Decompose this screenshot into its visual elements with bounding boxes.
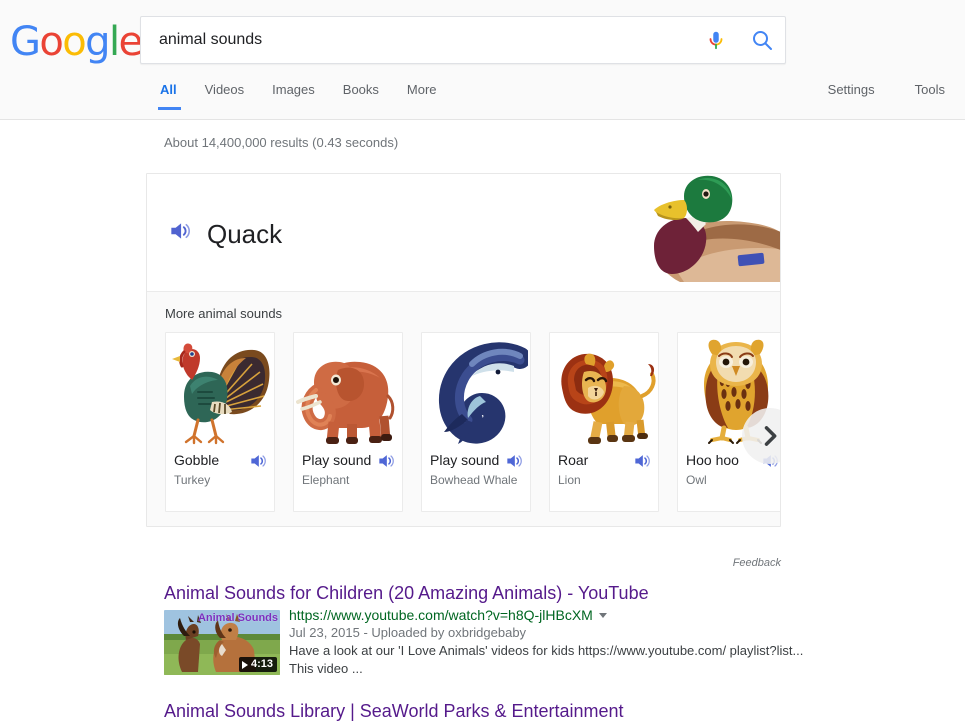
- play-sound-button[interactable]: [504, 451, 524, 476]
- search-result-1: Animal Sounds for Children (20 Amazing A…: [164, 582, 824, 678]
- tab-videos[interactable]: Videos: [191, 82, 259, 110]
- result-title-link[interactable]: Animal Sounds Library | SeaWorld Parks &…: [164, 700, 824, 722]
- play-sound-button[interactable]: [632, 451, 652, 476]
- tools-button[interactable]: Tools: [895, 82, 965, 110]
- thumbnail-overlay-text: Animal Sounds: [197, 612, 278, 624]
- speaker-icon: [507, 455, 522, 467]
- sound-label: Quack: [207, 218, 283, 249]
- animal-sound-panel: Quack More animal sounds Gobble Turkey P…: [146, 173, 781, 527]
- play-sound-button[interactable]: [376, 451, 396, 476]
- speaker-icon: [379, 455, 394, 467]
- tab-all[interactable]: All: [140, 82, 191, 110]
- tab-books[interactable]: Books: [329, 82, 393, 110]
- url-dropdown-caret-icon[interactable]: [598, 612, 607, 618]
- voice-search-button[interactable]: [693, 17, 739, 63]
- more-sounds-label: More animal sounds: [165, 306, 283, 321]
- animal-card-row: Gobble gobble Turkey: [165, 332, 780, 512]
- logo-letter-o1: o: [39, 19, 63, 65]
- speaker-icon: [251, 455, 266, 467]
- search-box[interactable]: [140, 16, 786, 64]
- search-submit-button[interactable]: [739, 17, 785, 63]
- result-date-uploader: Jul 23, 2015 - Uploaded by oxbridgebaby: [289, 625, 527, 640]
- result-stats: About 14,400,000 results (0.43 seconds): [164, 135, 399, 150]
- primary-sound-row: Quack: [167, 218, 282, 249]
- video-duration: 4:13: [250, 658, 273, 670]
- speaker-icon: [635, 455, 650, 467]
- chevron-right-icon: [764, 426, 777, 446]
- header-right-actions: Settings Tools: [808, 82, 965, 110]
- animal-card-turkey[interactable]: Gobble gobble Turkey: [165, 332, 275, 512]
- speaker-icon: [171, 223, 191, 239]
- result-title-link[interactable]: Animal Sounds for Children (20 Amazing A…: [164, 582, 824, 604]
- search-result-2: Animal Sounds Library | SeaWorld Parks &…: [164, 700, 824, 724]
- result-url[interactable]: https://www.youtube.com/watch?v=h8Q-jlHB…: [289, 606, 593, 624]
- lion-illustration: [550, 333, 658, 451]
- logo-letter-g2: g: [85, 19, 110, 65]
- play-triangle-icon: [241, 660, 248, 669]
- logo-letter-o2: o: [62, 19, 86, 65]
- animal-card-lion[interactable]: Roar Lion: [549, 332, 659, 512]
- search-tabs: All Videos Images Books More: [140, 82, 451, 110]
- elephant-illustration: [294, 333, 402, 451]
- video-duration-badge: 4:13: [238, 657, 277, 672]
- search-input[interactable]: [157, 18, 693, 62]
- play-sound-button[interactable]: [248, 451, 268, 476]
- tab-more[interactable]: More: [393, 82, 451, 110]
- animal-card-bowhead-whale[interactable]: Play sound Bowhead Whale: [421, 332, 531, 512]
- turkey-illustration: [166, 333, 274, 451]
- tab-images[interactable]: Images: [258, 82, 329, 110]
- result-snippet: Have a look at our 'I Love Animals' vide…: [289, 643, 804, 676]
- card-meta: Roar Lion: [550, 451, 658, 511]
- search-icon: [753, 31, 772, 50]
- whale-illustration: [422, 333, 530, 451]
- search-header: Google All Videos Images Books More Sett…: [0, 0, 965, 120]
- result-url-row: https://www.youtube.com/watch?v=h8Q-jlHB…: [289, 606, 824, 624]
- result-text: https://www.youtube.com/watch?v=h8Q-jlHB…: [289, 606, 824, 678]
- feedback-link[interactable]: Feedback: [146, 557, 781, 569]
- result-body: Animal Sounds 4:13 https://www.youtube.c…: [164, 606, 824, 678]
- settings-button[interactable]: Settings: [808, 82, 895, 110]
- play-quack-button[interactable]: [167, 218, 193, 249]
- video-thumbnail[interactable]: Animal Sounds 4:13: [164, 610, 280, 675]
- panel-hero: Quack: [147, 174, 780, 291]
- card-meta: Gobble gobble Turkey: [166, 451, 274, 511]
- logo-letter-g1: G: [10, 19, 41, 65]
- mallard-duck-illustration: [640, 174, 780, 291]
- card-meta: Play sound Bowhead Whale: [422, 451, 530, 511]
- google-logo[interactable]: Google: [10, 19, 143, 65]
- logo-letter-e: e: [118, 19, 143, 65]
- animal-card-elephant[interactable]: Play sound Elephant: [293, 332, 403, 512]
- more-sounds-section: More animal sounds Gobble Turkey Play so…: [147, 291, 780, 526]
- card-meta: Play sound Elephant: [294, 451, 402, 511]
- microphone-icon: [709, 31, 723, 50]
